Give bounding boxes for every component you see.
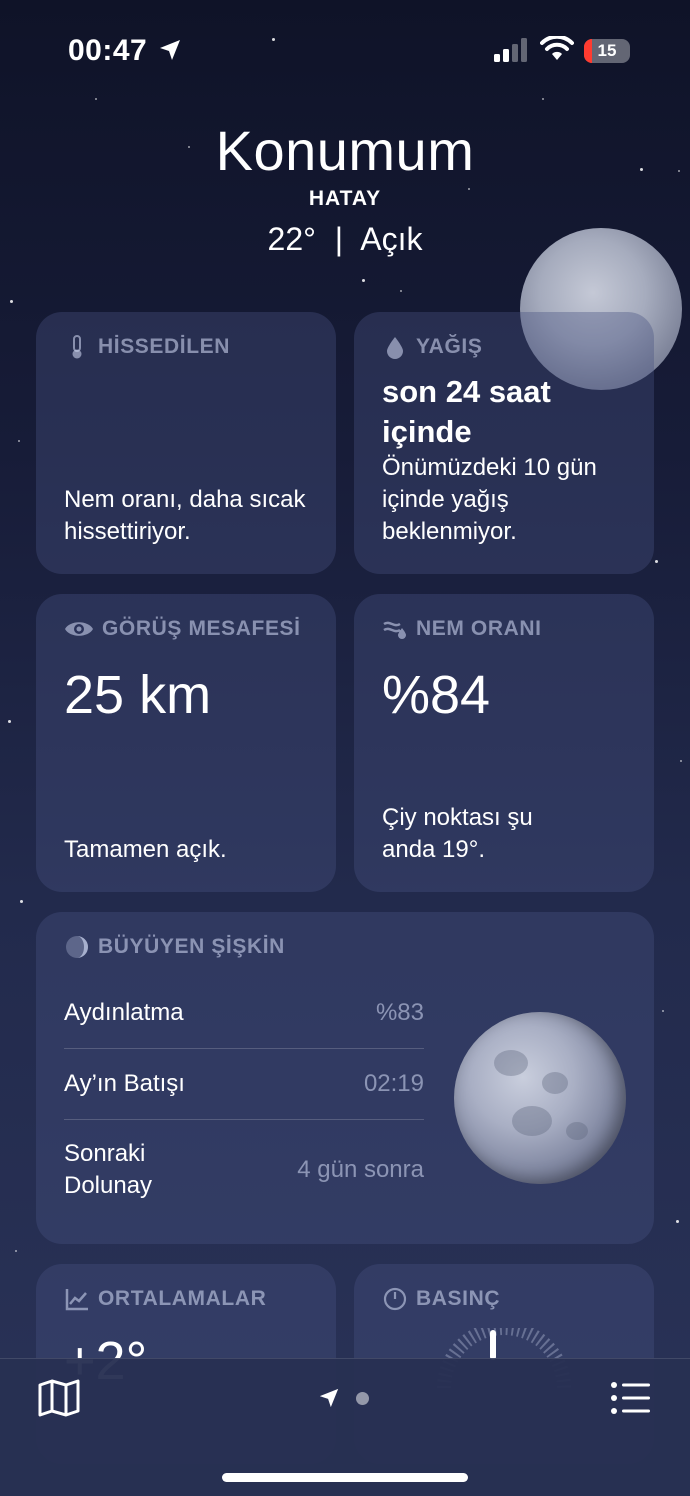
home-indicator	[222, 1473, 468, 1482]
location-header: Konumum HATAY 22° | Açık	[0, 118, 690, 258]
region-name: HATAY	[308, 187, 382, 210]
visibility-card[interactable]: GÖRÜŞ MESAFESİ 25 km Tamamen açık.	[36, 594, 336, 892]
location-services-icon	[160, 40, 180, 60]
moon-details-list: Aydınlatma %83 Ay’ın Batışı 02:19 Sonrak…	[64, 978, 424, 1220]
humidity-icon	[383, 621, 406, 639]
moon-image	[454, 1012, 626, 1184]
raindrop-icon	[387, 337, 403, 359]
feels-like-description: Nem oranı, daha sıcak hissettiriyor.	[64, 486, 306, 545]
card-title: HİSSEDİLEN	[64, 334, 230, 360]
humidity-description: Çiy noktası şu anda 19°.	[382, 804, 533, 863]
bottom-toolbar	[0, 1358, 690, 1496]
moon-phase-icon	[66, 936, 88, 958]
thermometer-icon	[72, 335, 82, 359]
moon-phase-card[interactable]: BÜYÜYEN ŞİŞKİN Aydınlatma %83 Ay’ın Batı…	[36, 912, 654, 1244]
precipitation-card[interactable]: YAĞIŞ son 24 saat içinde Önümüzdeki 10 g…	[354, 312, 654, 574]
cellular-signal-icon	[494, 38, 527, 62]
current-summary: 22° | Açık	[0, 221, 690, 258]
moon-row-illumination: Aydınlatma %83	[64, 978, 424, 1049]
location-title: Konumum	[215, 119, 475, 182]
card-title: NEM ORANI	[382, 616, 542, 642]
moon-row-moonset: Ay’ın Batışı 02:19	[64, 1049, 424, 1120]
card-title: ORTALAMALAR	[64, 1286, 266, 1312]
map-icon[interactable]	[38, 1379, 80, 1417]
card-title: BÜYÜYEN ŞİŞKİN	[64, 934, 285, 960]
card-title: GÖRÜŞ MESAFESİ	[64, 616, 301, 642]
battery-indicator: 15	[584, 39, 630, 63]
wifi-icon	[540, 36, 574, 60]
page-indicator-dot[interactable]	[356, 1392, 369, 1405]
visibility-value: 25 km	[64, 665, 212, 725]
precipitation-description: Önümüzdeki 10 gün içinde yağış beklenmiy…	[382, 454, 597, 545]
card-title: YAĞIŞ	[382, 334, 482, 360]
current-condition: Açık	[360, 221, 423, 257]
clock: 00:47	[68, 34, 148, 67]
list-icon[interactable]	[610, 1381, 652, 1415]
battery-level: 15	[597, 41, 617, 60]
location-arrow-icon[interactable]	[318, 1387, 340, 1409]
humidity-card[interactable]: NEM ORANI %84 Çiy noktası şu anda 19°.	[354, 594, 654, 892]
feels-like-card[interactable]: HİSSEDİLEN Nem oranı, daha sıcak hissett…	[36, 312, 336, 574]
eye-icon	[65, 622, 93, 636]
current-temperature: 22°	[267, 221, 316, 257]
moon-row-next-full-moon: Sonraki Dolunay 4 gün sonra	[64, 1140, 424, 1199]
humidity-value: %84	[382, 665, 491, 725]
status-bar: 00:47 15	[0, 0, 690, 100]
summary-separator: |	[334, 221, 344, 257]
precipitation-headline: son 24 saat içinde	[382, 374, 551, 449]
visibility-description: Tamamen açık.	[64, 836, 227, 863]
gauge-icon	[383, 1287, 407, 1311]
card-title: BASINÇ	[382, 1286, 500, 1312]
chart-icon	[65, 1289, 88, 1311]
